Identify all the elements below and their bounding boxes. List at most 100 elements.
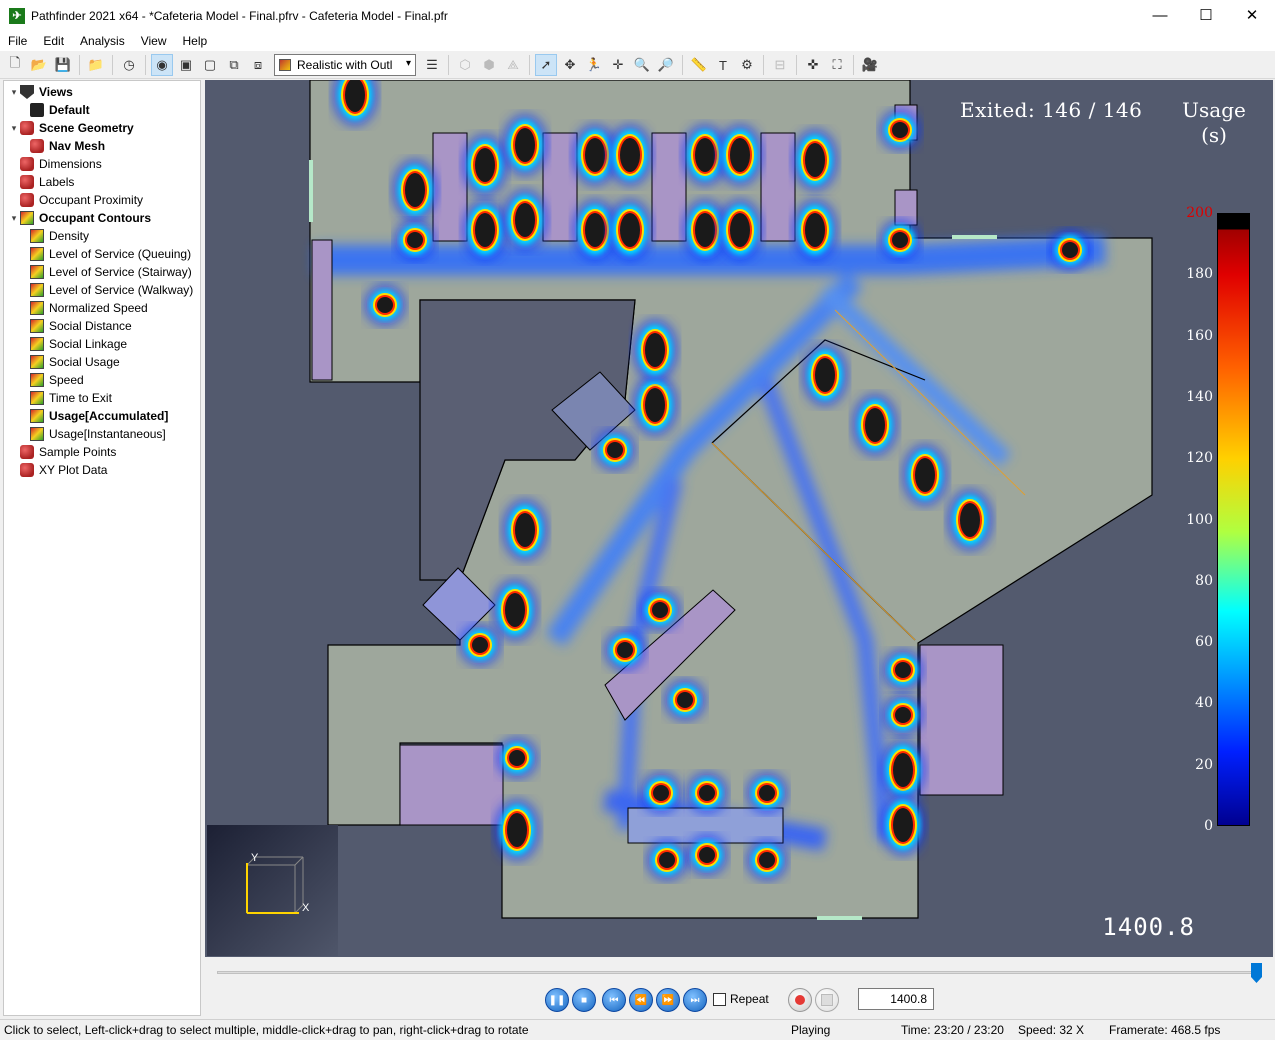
- chevron-down-icon[interactable]: ▾: [8, 87, 20, 98]
- menu-view[interactable]: View: [133, 34, 175, 48]
- orbit-icon[interactable]: ✥: [559, 54, 581, 76]
- tree-item-label: Dimensions: [39, 157, 102, 171]
- maximize-button[interactable]: ☐: [1183, 0, 1229, 31]
- legend-title-usage: Usage: [1182, 98, 1246, 122]
- axis-triad: Y X: [207, 825, 338, 956]
- tree-item-social-usage[interactable]: Social Usage: [18, 353, 120, 371]
- menu-edit[interactable]: Edit: [35, 34, 72, 48]
- tree-item-scene-geometry[interactable]: ▾ Scene Geometry: [8, 119, 134, 137]
- skip-to-start-icon[interactable]: ⏮: [602, 988, 626, 1012]
- stop-record-icon[interactable]: [815, 988, 839, 1012]
- menu-analysis[interactable]: Analysis: [72, 34, 133, 48]
- tree-item-dimensions[interactable]: Dimensions: [8, 155, 102, 173]
- timeline-slider-thumb[interactable]: [1251, 963, 1262, 983]
- ortho-icon[interactable]: ▢: [199, 54, 221, 76]
- tree-item-speed[interactable]: Speed: [18, 371, 84, 389]
- timeline-slider-track[interactable]: [217, 971, 1257, 974]
- rewind-icon[interactable]: ⏪: [629, 988, 653, 1012]
- status-bar: Click to select, Left-click+drag to sele…: [0, 1019, 1275, 1040]
- checkbox-icon[interactable]: [713, 992, 726, 1006]
- nav-mesh-icon: [30, 139, 44, 153]
- view-mode-icon[interactable]: ◉: [151, 54, 173, 76]
- legend-tick-label: 100: [1186, 511, 1213, 528]
- tree-item-level-of-service-queuing[interactable]: Level of Service (Queuing): [18, 245, 191, 263]
- pause-icon[interactable]: ❚❚: [545, 988, 569, 1012]
- menu-file[interactable]: File: [0, 34, 35, 48]
- tree-item-occupant-proximity[interactable]: Occupant Proximity: [8, 191, 143, 209]
- tree-item-level-of-service-stairway[interactable]: Level of Service (Stairway): [18, 263, 192, 281]
- tree-item-social-distance[interactable]: Social Distance: [18, 317, 132, 335]
- chevron-down-icon[interactable]: ▾: [8, 123, 20, 134]
- tree-item-social-linkage[interactable]: Social Linkage: [18, 335, 127, 353]
- chevron-down-icon[interactable]: ▾: [8, 213, 20, 224]
- tree-item-labels[interactable]: Labels: [8, 173, 74, 191]
- gear-icon[interactable]: ⚙: [736, 54, 758, 76]
- tree-item-sample-points[interactable]: Sample Points: [8, 443, 116, 461]
- open-model-icon[interactable]: 📁: [85, 54, 107, 76]
- wireframe-icon[interactable]: ⬡: [454, 54, 476, 76]
- layers-icon[interactable]: ⧈: [247, 54, 269, 76]
- repeat-label: Repeat: [730, 992, 769, 1006]
- menu-help[interactable]: Help: [175, 34, 216, 48]
- tree-item-default[interactable]: Default: [18, 101, 90, 119]
- simulation-time-display: 1400.8: [1102, 913, 1195, 941]
- tree-item-label: Level of Service (Stairway): [49, 265, 192, 279]
- color-scale-bar: [1217, 213, 1250, 826]
- dimensions-icon: [20, 157, 34, 171]
- zoom-box-icon[interactable]: 🔎: [655, 54, 677, 76]
- playback-panel: ❚❚ ■ ⏮ ⏪ ⏩ ⏭ Repeat 1400.8: [205, 958, 1273, 1018]
- tree-item-density[interactable]: Density: [18, 227, 89, 245]
- center-icon[interactable]: ✜: [802, 54, 824, 76]
- tree-item-level-of-service-walkway[interactable]: Level of Service (Walkway): [18, 281, 193, 299]
- tree-item-label: Scene Geometry: [39, 121, 134, 135]
- stop-icon[interactable]: ■: [572, 988, 596, 1012]
- tree-item-views[interactable]: ▾ Views: [8, 83, 73, 101]
- pan-icon[interactable]: ✛: [607, 54, 629, 76]
- floor-icon[interactable]: ⟁: [502, 54, 524, 76]
- contour-icon: [30, 283, 44, 297]
- tree-item-label: Social Distance: [49, 319, 132, 333]
- contour-icon: [30, 391, 44, 405]
- legend-tick-label: 200: [1186, 205, 1213, 221]
- clock-icon[interactable]: ◷: [118, 54, 140, 76]
- copy-view-icon[interactable]: ⧉: [223, 54, 245, 76]
- proximity-icon: [20, 193, 34, 207]
- tree-item-nav-mesh[interactable]: Nav Mesh: [18, 137, 105, 155]
- zoom-icon[interactable]: 🔍: [631, 54, 653, 76]
- labels-icon: [20, 175, 34, 189]
- close-button[interactable]: ✕: [1229, 0, 1275, 31]
- tree-item-xy-plot-data[interactable]: XY Plot Data: [8, 461, 107, 479]
- repeat-checkbox[interactable]: Repeat: [713, 992, 769, 1006]
- measure-icon[interactable]: 📏: [688, 54, 710, 76]
- time-input[interactable]: 1400.8: [858, 988, 934, 1010]
- record-camera-icon[interactable]: 🎥: [859, 54, 881, 76]
- tree-item-time-to-exit[interactable]: Time to Exit: [18, 389, 112, 407]
- minimize-button[interactable]: —: [1137, 0, 1183, 31]
- status-framerate: Framerate: 468.5 fps: [1109, 1023, 1221, 1037]
- toolbar: 🗋 📂 💾 📁 ◷ ◉ ▣ ▢ ⧉ ⧈ Realistic with Outl …: [0, 52, 1275, 79]
- 3d-viewport[interactable]: Exited: 146 / 146 Usage (s) 200 180 160 140…: [205, 80, 1273, 957]
- walk-icon[interactable]: 🏃: [583, 54, 605, 76]
- solid-icon[interactable]: ⬢: [478, 54, 500, 76]
- render-settings-icon[interactable]: ☰: [421, 54, 443, 76]
- save-icon[interactable]: 💾: [52, 54, 74, 76]
- select-arrow-icon[interactable]: ➚: [535, 54, 557, 76]
- sample-points-icon: [20, 445, 34, 459]
- open-folder-icon[interactable]: 📂: [28, 54, 50, 76]
- align-icon[interactable]: ⊟: [769, 54, 791, 76]
- cafeteria-usage-map: [309, 80, 1153, 920]
- perspective-icon[interactable]: ▣: [175, 54, 197, 76]
- tree-item-normalized-speed[interactable]: Normalized Speed: [18, 299, 148, 317]
- new-file-icon[interactable]: 🗋: [4, 54, 26, 76]
- skip-to-end-icon[interactable]: ⏭: [683, 988, 707, 1012]
- tree-item-usage-instantaneous[interactable]: Usage[Instantaneous]: [18, 425, 166, 443]
- render-mode-select[interactable]: Realistic with Outl ▾: [274, 54, 416, 76]
- fast-forward-icon[interactable]: ⏩: [656, 988, 680, 1012]
- contour-icon: [30, 265, 44, 279]
- text-icon[interactable]: T: [712, 54, 734, 76]
- contour-icon: [30, 229, 44, 243]
- fit-view-icon[interactable]: ⛶: [826, 54, 848, 76]
- record-icon[interactable]: [788, 988, 812, 1012]
- tree-item-occupant-contours[interactable]: ▾ Occupant Contours: [8, 209, 151, 227]
- tree-item-usage-accumulated[interactable]: Usage[Accumulated]: [18, 407, 168, 425]
